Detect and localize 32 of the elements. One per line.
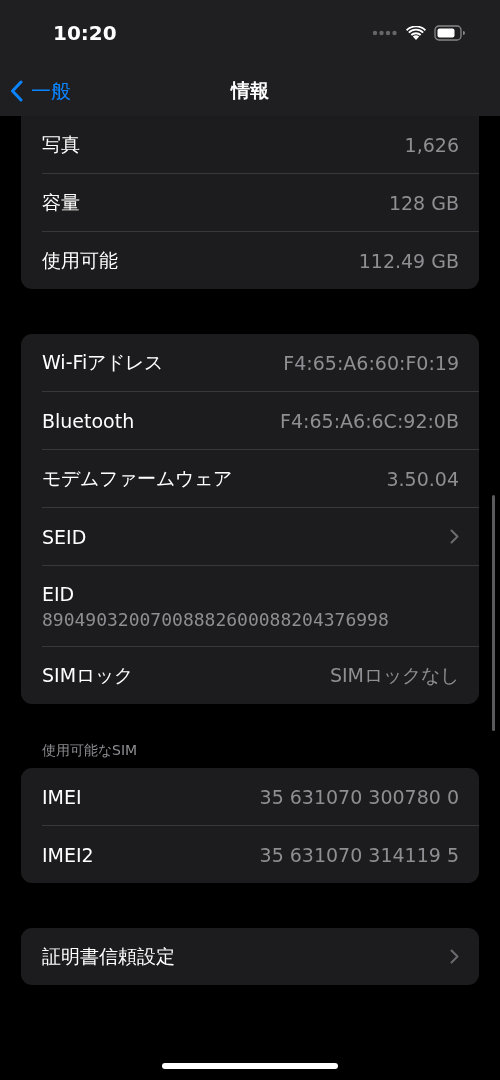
row-label: 使用可能: [42, 247, 118, 273]
row-value: 112.49 GB: [358, 249, 459, 272]
row-label: EID: [42, 582, 75, 605]
wifi-icon: [406, 25, 426, 41]
row-label: Bluetooth: [42, 409, 135, 432]
row-label: 写真: [42, 131, 80, 157]
page-title: 情報: [231, 78, 269, 103]
row-value: 3.50.04: [386, 467, 459, 490]
row-label: 容量: [42, 189, 80, 215]
row-label: モデムファームウェア: [42, 465, 232, 491]
settings-row[interactable]: 証明書信頼設定: [21, 928, 479, 985]
row-label: IMEI: [42, 785, 82, 808]
settings-row[interactable]: SEID: [21, 508, 479, 565]
row-value: 89049032007008882600088204376998: [42, 608, 389, 630]
row-value: 128 GB: [388, 191, 459, 214]
row-value: F4:65:A6:6C:92:0B: [280, 409, 459, 432]
chevron-right-icon: [450, 529, 459, 544]
back-button[interactable]: 一般: [0, 77, 71, 105]
chevron-right-icon: [450, 949, 459, 964]
battery-icon: [434, 25, 466, 41]
signal-dots-icon: [372, 30, 398, 36]
chevron-left-icon: [10, 80, 23, 102]
row-value: F4:65:A6:60:F0:19: [283, 351, 459, 374]
section-header: 使用可能なSIM: [41, 742, 139, 760]
row-label: SIMロック: [42, 662, 134, 688]
row-label: Wi-Fiアドレス: [42, 349, 164, 375]
row-label: IMEI2: [42, 843, 94, 866]
row-value: 35 631070 300780 0: [259, 785, 459, 808]
status-time: 10:20: [53, 21, 117, 45]
row-value: 35 631070 314119 5: [259, 843, 459, 866]
row-value: 1,626: [404, 133, 459, 156]
row-value: SIMロックなし: [329, 662, 459, 688]
